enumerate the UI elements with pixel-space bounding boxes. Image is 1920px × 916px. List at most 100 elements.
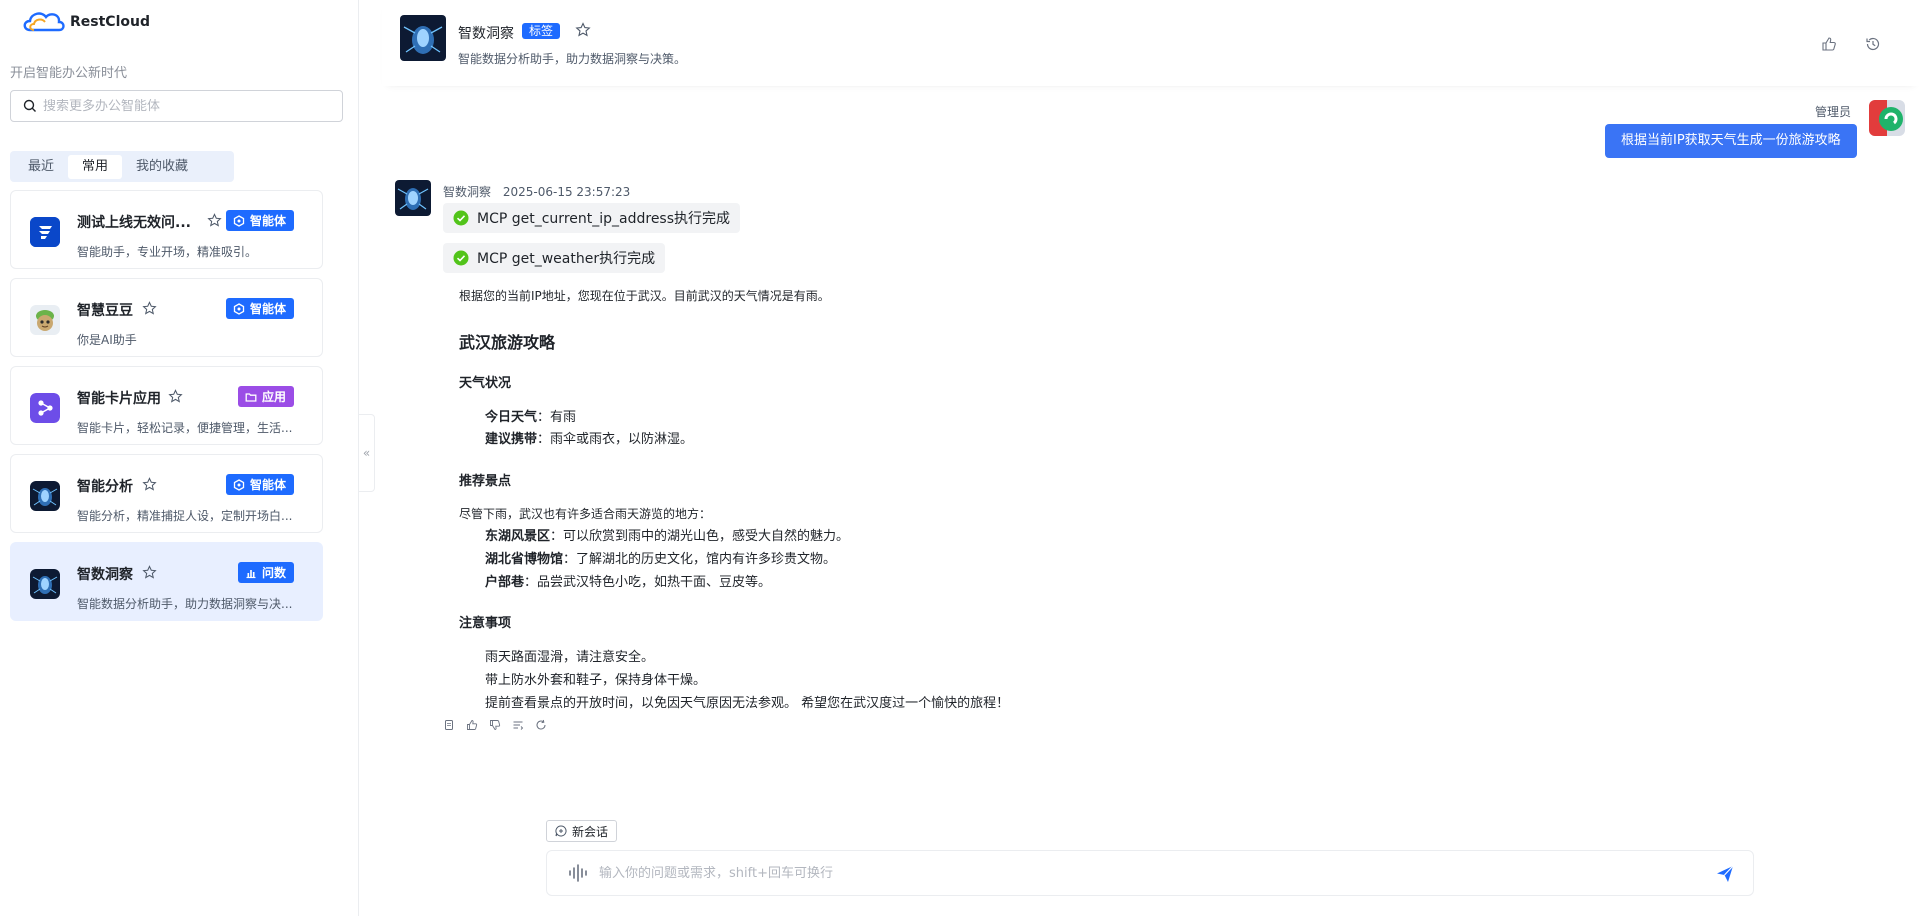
agent-card[interactable]: 测试上线无效问... 智能体 智能助手，专业开场，精准吸引。 [10,190,323,269]
list-item-label: 湖北省博物馆 [485,552,564,567]
bot-name: 智数洞察 [443,185,492,199]
agent-type-badge: 智能体 [225,210,294,231]
agent-avatar [30,481,60,511]
agent-name: 测试上线无效问... [77,215,191,231]
slogan: 开启智能办公新时代 [10,66,128,81]
star-icon[interactable] [142,477,157,492]
new-session-label: 新会话 [572,824,609,839]
history-icon[interactable] [1865,36,1881,52]
agent-cube-icon [233,302,245,315]
list-item-label: 户部巷 [485,575,525,590]
copy-icon[interactable] [443,719,455,731]
section-intro: 尽管下雨，武汉也有许多适合雨天游览的地方： [459,507,712,521]
star-icon[interactable] [168,389,183,404]
star-icon[interactable] [142,301,157,316]
list-icon[interactable] [512,719,524,731]
agent-card[interactable]: 智慧豆豆 智能体 你是AI助手 [10,278,323,357]
agent-desc: 智能助手，专业开场，精准吸引。 [77,245,258,259]
new-session-button[interactable]: 新会话 [546,820,618,842]
tool-call-chip[interactable]: MCP get_weather执行完成 [443,243,666,273]
list-item-text: ：了解湖北的历史文化，馆内有许多珍贵文物。 [563,552,837,567]
agent-type-badge: 智能体 [225,474,294,495]
agent-card[interactable]: 智能卡片应用 应用 智能卡片，轻松记录，便捷管理，生活... [10,366,323,445]
bot-timestamp: 2025-06-15 23:57:23 [502,185,631,199]
agent-desc: 你是AI助手 [77,333,137,347]
answer-title: 武汉旅游攻略 [459,333,556,352]
star-icon[interactable] [575,22,591,38]
chat-input[interactable] [599,865,1699,881]
cyber-face-avatar-icon [30,569,60,599]
list-item-label: 东湖风景区 [485,529,551,544]
sidebar-collapse-button[interactable]: « [359,414,375,492]
thumbs-up-icon[interactable] [466,719,478,731]
list-item: 户部巷：品尝武汉特色小吃，如热干面、豆皮等。 [485,571,771,590]
tab-common[interactable]: 常用 [68,154,123,179]
section-heading: 推荐景点 [459,474,512,489]
card-app-logo-icon [30,393,60,423]
list-item: 今日天气：有雨 [485,406,576,425]
list-item-label: 今日天气 [485,410,538,425]
tool-call-label: MCP get_current_ip_address执行完成 [477,211,731,227]
agent-card[interactable]: 智能分析 智能体 智能分析，精准捕捉人设，定制开场白... [10,454,323,533]
star-icon[interactable] [142,565,157,580]
header-title: 智数洞察 [458,26,514,42]
agent-name: 智能卡片应用 [77,391,161,407]
agent-tabs: 最近 常用 我的收藏 [10,151,234,182]
cyber-face-avatar-icon [395,180,431,216]
agent-avatar [30,217,60,247]
check-circle-icon [453,210,469,226]
list-item: 东湖风景区：可以欣赏到雨中的湖光山色，感受大自然的魅力。 [485,525,849,544]
agent-desc: 智能卡片，轻松记录，便捷管理，生活... [77,421,293,435]
new-chat-icon [555,825,567,837]
agent-avatar [30,569,60,599]
list-item-text: ：品尝武汉特色小吃，如热干面、豆皮等。 [524,575,772,590]
agent-type-badge: 应用 [237,386,294,407]
tab-recent[interactable]: 最近 [14,155,68,179]
user-role-label: 管理员 [1815,105,1852,119]
send-icon[interactable] [1715,864,1735,884]
chat-header: 智数洞察 标签 智能数据分析助手，助力数据洞察与决策。 [382,0,1920,86]
double-chevron-left-icon: « [362,446,371,460]
tab-favorites[interactable]: 我的收藏 [122,155,202,179]
badge-label: 智能体 [249,214,286,228]
agent-avatar [30,393,60,423]
bot-message-meta: 智数洞察 2025-06-15 23:57:23 [443,183,630,200]
thumbs-down-icon[interactable] [489,719,501,731]
cyber-face-avatar-icon [30,481,60,511]
list-item-text: ：雨伞或雨衣，以防淋湿。 [537,432,694,447]
list-item: 建议携带：雨伞或雨衣，以防淋湿。 [485,428,693,447]
sidebar: RestCloud 开启智能办公新时代 最近 常用 我的收藏 测试上线无效问..… [0,0,359,916]
agent-avatar [30,305,60,335]
brand-name: RestCloud [70,14,150,30]
cyber-face-avatar-icon [400,15,446,61]
tool-call-chip[interactable]: MCP get_current_ip_address执行完成 [443,203,741,233]
badge-label: 智能体 [249,478,286,492]
brand[interactable]: RestCloud [20,6,150,38]
header-agent-avatar [400,15,446,61]
agent-type-badge: 智能体 [225,298,294,319]
header-tag: 标签 [522,23,561,39]
agent-type-badge: 问数 [237,562,294,583]
voice-wave-icon[interactable] [567,864,591,882]
agent-desc: 智能分析，精准捕捉人设，定制开场白... [77,509,293,523]
tool-call-label: MCP get_weather执行完成 [477,251,656,267]
chat-composer [546,850,1754,896]
star-icon[interactable] [207,213,222,228]
user-message-bubble: 根据当前IP获取天气生成一份旅游攻略 [1605,124,1857,158]
agent-card-selected[interactable]: 智数洞察 问数 智能数据分析助手，助力数据洞察与决... [10,542,323,621]
user-avatar-image-icon [1869,100,1905,136]
agent-desc: 智能数据分析助手，助力数据洞察与决... [77,597,293,611]
regenerate-icon[interactable] [535,719,547,731]
badge-label: 智能体 [249,302,286,316]
folder-icon [245,392,257,402]
list-item-text: ：可以欣赏到雨中的湖光山色，感受大自然的魅力。 [550,529,850,544]
agent-name: 智数洞察 [77,567,133,583]
list-item: 雨天路面湿滑，请注意安全。 [485,650,655,665]
search-icon [23,99,36,112]
agent-search[interactable] [10,90,343,122]
section-heading: 注意事项 [459,616,512,631]
search-input[interactable] [43,98,323,114]
bot-avatar [395,180,431,216]
badge-label: 问数 [261,566,286,580]
thumbs-up-icon[interactable] [1821,36,1837,52]
